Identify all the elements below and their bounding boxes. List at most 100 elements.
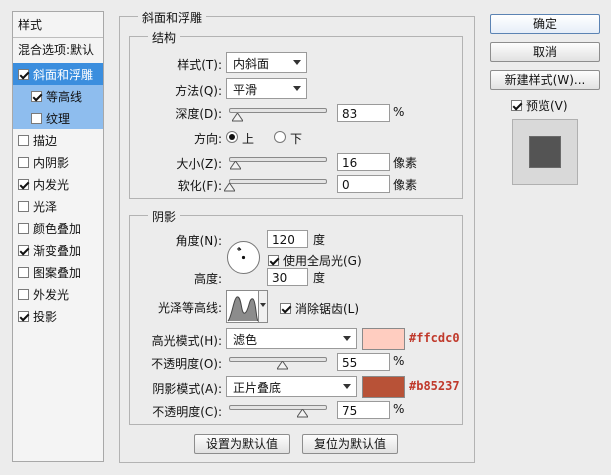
style-preview-thumbnail xyxy=(512,119,578,185)
style-item-gradient-overlay[interactable]: 渐变叠加 xyxy=(13,239,103,261)
style-label: 样式(T): xyxy=(177,58,222,72)
shadow-color-swatch[interactable] xyxy=(362,376,405,398)
style-item-inner-glow[interactable]: 内发光 xyxy=(13,173,103,195)
inner-shadow-checkbox[interactable] xyxy=(18,156,29,168)
soften-slider-track[interactable] xyxy=(229,179,327,184)
preview-checkbox[interactable] xyxy=(511,100,522,111)
style-select[interactable]: 内斜面 xyxy=(226,52,307,73)
style-select-value: 内斜面 xyxy=(233,57,270,71)
style-item-label: 外发光 xyxy=(33,287,70,302)
shading-title: 阴影 xyxy=(148,208,181,225)
pattern-overlay-checkbox[interactable] xyxy=(18,266,29,278)
gradient-overlay-checkbox[interactable] xyxy=(18,244,29,256)
styles-panel: 样式 混合选项:默认 斜面和浮雕 等高线 纹理 描边 内阴影 内发光 光泽 颜色… xyxy=(12,11,104,462)
bevel-emboss-title: 斜面和浮雕 xyxy=(138,9,207,26)
style-item-label: 图案叠加 xyxy=(33,265,82,280)
style-item-drop-shadow[interactable]: 投影 xyxy=(13,305,103,327)
size-slider-track[interactable] xyxy=(229,157,327,162)
inner-glow-checkbox[interactable] xyxy=(18,178,29,190)
highlight-hex-label: #ffcdc0 xyxy=(409,331,460,345)
new-style-button[interactable]: 新建样式(W)... xyxy=(490,70,600,90)
style-item-stroke[interactable]: 描边 xyxy=(13,129,103,151)
reset-default-button[interactable]: 复位为默认值 xyxy=(302,434,398,454)
style-item-pattern-overlay[interactable]: 图案叠加 xyxy=(13,261,103,283)
set-default-button[interactable]: 设置为默认值 xyxy=(194,434,290,454)
global-light-toggle[interactable]: 使用全局光(G) xyxy=(268,252,362,269)
style-item-inner-shadow[interactable]: 内阴影 xyxy=(13,151,103,173)
cancel-button[interactable]: 取消 xyxy=(490,42,600,62)
shadow-opacity-input[interactable]: 75 xyxy=(337,401,390,419)
angle-label: 角度(N): xyxy=(175,234,222,248)
altitude-unit: 度 xyxy=(313,271,326,285)
direction-up-label: 上 xyxy=(242,132,255,146)
gloss-contour-picker[interactable] xyxy=(226,290,268,323)
preview-square xyxy=(529,136,561,168)
soften-input[interactable]: 0 xyxy=(337,175,390,193)
style-item-color-overlay[interactable]: 颜色叠加 xyxy=(13,217,103,239)
depth-slider-track[interactable] xyxy=(229,108,327,113)
method-select-value: 平滑 xyxy=(233,83,258,97)
global-light-checkbox[interactable] xyxy=(268,255,279,266)
shadow-mode-select[interactable]: 正片叠底 xyxy=(226,376,357,397)
altitude-label: 高度: xyxy=(193,272,222,286)
global-light-label: 使用全局光(G) xyxy=(283,254,362,268)
drop-shadow-checkbox[interactable] xyxy=(18,310,29,322)
style-item-texture[interactable]: 纹理 xyxy=(13,107,103,129)
satin-checkbox[interactable] xyxy=(18,200,29,212)
shadow-opacity-track[interactable] xyxy=(229,405,327,410)
depth-label: 深度(D): xyxy=(175,107,222,121)
texture-checkbox[interactable] xyxy=(31,112,42,124)
styles-title: 样式 xyxy=(18,18,43,32)
style-item-label: 投影 xyxy=(33,309,58,324)
style-item-satin[interactable]: 光泽 xyxy=(13,195,103,217)
preview-toggle[interactable]: 预览(V) xyxy=(511,97,568,114)
size-unit: 像素 xyxy=(393,156,418,170)
highlight-color-swatch[interactable] xyxy=(362,328,405,350)
direction-label: 方向: xyxy=(193,132,222,146)
direction-up-radio[interactable] xyxy=(226,131,238,143)
highlight-opacity-thumb[interactable] xyxy=(277,361,289,370)
style-item-contour[interactable]: 等高线 xyxy=(13,85,103,107)
structure-title: 结构 xyxy=(148,29,181,46)
highlight-opacity-input[interactable]: 55 xyxy=(337,353,390,371)
altitude-input[interactable]: 30 xyxy=(267,268,308,286)
antialias-toggle[interactable]: 消除锯齿(L) xyxy=(280,300,359,317)
contour-checkbox[interactable] xyxy=(31,90,42,102)
gloss-contour-label: 光泽等高线: xyxy=(157,301,222,315)
depth-slider-thumb[interactable] xyxy=(231,113,243,122)
depth-input[interactable]: 83 xyxy=(337,104,390,122)
chevron-down-icon xyxy=(343,336,351,341)
style-item-outer-glow[interactable]: 外发光 xyxy=(13,283,103,305)
style-item-bevel-emboss[interactable]: 斜面和浮雕 xyxy=(13,63,103,85)
shadow-opacity-thumb[interactable] xyxy=(297,409,308,418)
method-label: 方法(Q): xyxy=(175,84,222,98)
size-label: 大小(Z): xyxy=(176,157,222,171)
soften-slider-thumb[interactable] xyxy=(223,183,235,192)
soften-unit: 像素 xyxy=(393,178,418,192)
angle-dial[interactable] xyxy=(226,240,261,275)
style-item-label: 内阴影 xyxy=(33,155,70,170)
size-input[interactable]: 16 xyxy=(337,153,390,171)
highlight-mode-label: 高光模式(H): xyxy=(151,334,222,348)
size-slider-thumb[interactable] xyxy=(229,161,241,170)
shadow-hex-label: #b85237 xyxy=(409,379,460,393)
angle-unit: 度 xyxy=(313,233,326,247)
chevron-down-icon xyxy=(343,384,351,389)
style-item-label: 内发光 xyxy=(33,177,70,192)
style-item-label: 斜面和浮雕 xyxy=(33,67,94,82)
depth-unit: % xyxy=(393,105,405,119)
highlight-mode-select[interactable]: 滤色 xyxy=(226,328,357,349)
color-overlay-checkbox[interactable] xyxy=(18,222,29,234)
contour-curve-icon xyxy=(227,296,259,322)
bevel-emboss-checkbox[interactable] xyxy=(18,68,29,80)
ok-button[interactable]: 确定 xyxy=(490,14,600,34)
stroke-checkbox[interactable] xyxy=(18,134,29,146)
antialias-checkbox[interactable] xyxy=(280,303,291,314)
outer-glow-checkbox[interactable] xyxy=(18,288,29,300)
antialias-label: 消除锯齿(L) xyxy=(295,302,360,316)
direction-down-radio[interactable] xyxy=(274,131,286,143)
preview-label: 预览(V) xyxy=(526,99,568,113)
angle-input[interactable]: 120 xyxy=(267,230,308,248)
contour-dropdown-button[interactable] xyxy=(258,291,267,322)
method-select[interactable]: 平滑 xyxy=(226,78,307,99)
